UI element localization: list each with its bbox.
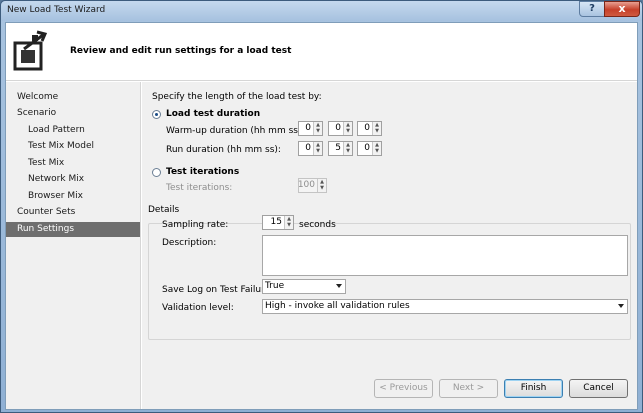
description-field[interactable] [262, 235, 628, 276]
load-test-icon [13, 30, 48, 71]
spinner-arrows[interactable]: ▲ ▼ [313, 122, 322, 135]
nav-item-load-pattern[interactable]: Load Pattern [28, 123, 85, 138]
close-button[interactable]: x [604, 1, 640, 17]
spinner-arrows[interactable]: ▲ ▼ [372, 142, 381, 155]
warmup-minutes-spinner[interactable]: 0 ▲ ▼ [328, 121, 353, 136]
warmup-hours-spinner[interactable]: 0 ▲ ▼ [298, 121, 323, 136]
run-duration-label: Run duration (hh mm ss): [166, 145, 281, 155]
next-button[interactable]: Next > [439, 379, 498, 398]
run-hours-spinner[interactable]: 0 ▲ ▼ [298, 141, 323, 156]
nav-item-test-mix[interactable]: Test Mix [28, 156, 64, 171]
warmup-hours-value: 0 [305, 123, 311, 133]
sampling-rate-label: Sampling rate: [162, 220, 229, 230]
warmup-seconds-value: 0 [364, 123, 370, 133]
nav-item-scenario[interactable]: Scenario [17, 106, 56, 121]
nav-item-network-mix[interactable]: Network Mix [28, 172, 84, 187]
iterations-label: Test iterations: [166, 183, 233, 193]
chevron-down-icon [336, 284, 342, 288]
sampling-unit: seconds [299, 220, 336, 230]
spinner-arrows[interactable]: ▲ ▼ [317, 179, 326, 192]
validation-level-select[interactable]: High - invoke all validation rules [262, 299, 628, 314]
finish-button[interactable]: Finish [504, 379, 563, 398]
iterations-spinner[interactable]: 100 ▲ ▼ [298, 178, 327, 193]
warmup-label: Warm-up duration (hh mm ss): [166, 126, 305, 136]
iterations-option-label[interactable]: Test iterations [166, 167, 239, 177]
wizard-header: Review and edit run settings for a load … [6, 23, 637, 81]
run-seconds-spinner[interactable]: 0 ▲ ▼ [357, 141, 382, 156]
chevron-down-icon [618, 304, 624, 308]
nav-item-run-settings[interactable]: Run Settings [6, 222, 140, 237]
run-minutes-value: 5 [335, 143, 341, 153]
warmup-seconds-spinner[interactable]: 0 ▲ ▼ [357, 121, 382, 136]
description-label: Description: [162, 238, 217, 248]
validation-level-label: Validation level: [162, 303, 234, 313]
nav-item-welcome[interactable]: Welcome [17, 90, 58, 105]
details-legend: Details [146, 205, 182, 215]
save-log-value: True [265, 281, 285, 291]
spinner-arrows[interactable]: ▲ ▼ [284, 216, 293, 229]
spinner-arrows[interactable]: ▲ ▼ [343, 142, 352, 155]
run-minutes-spinner[interactable]: 5 ▲ ▼ [328, 141, 353, 156]
length-prompt: Specify the length of the load test by: [152, 92, 322, 102]
nav-item-browser-mix[interactable]: Browser Mix [28, 189, 83, 204]
duration-option-label[interactable]: Load test duration [166, 109, 260, 119]
save-log-select[interactable]: True [262, 279, 346, 294]
iterations-radio[interactable] [152, 168, 161, 177]
run-seconds-value: 0 [364, 143, 370, 153]
sampling-rate-spinner[interactable]: 15 ▲ ▼ [262, 215, 294, 230]
wizard-client: Review and edit run settings for a load … [5, 22, 638, 410]
spinner-arrows[interactable]: ▲ ▼ [372, 122, 381, 135]
sampling-rate-value: 15 [270, 217, 282, 227]
help-button[interactable]: ? [579, 1, 605, 17]
iterations-value: 100 [297, 180, 315, 190]
nav-item-test-mix-model[interactable]: Test Mix Model [28, 139, 94, 154]
cancel-button[interactable]: Cancel [569, 379, 628, 398]
duration-radio[interactable] [152, 110, 161, 119]
run-settings-panel: Specify the length of the load test by: … [142, 82, 637, 409]
wizard-window: New Load Test Wizard ? x Review and edit… [0, 0, 643, 413]
spinner-arrows[interactable]: ▲ ▼ [313, 142, 322, 155]
window-title: New Load Test Wizard [7, 5, 106, 15]
validation-level-value: High - invoke all validation rules [265, 301, 410, 311]
spinner-arrows[interactable]: ▲ ▼ [343, 122, 352, 135]
warmup-minutes-value: 0 [335, 123, 341, 133]
save-log-label: Save Log on Test Failure: [162, 285, 274, 295]
run-hours-value: 0 [305, 143, 311, 153]
wizard-nav: Welcome Scenario Load Pattern Test Mix M… [6, 82, 141, 409]
previous-button[interactable]: < Previous [374, 379, 433, 398]
nav-item-counter-sets[interactable]: Counter Sets [17, 205, 75, 220]
page-title: Review and edit run settings for a load … [70, 46, 292, 56]
title-bar[interactable]: New Load Test Wizard ? x [1, 1, 642, 21]
